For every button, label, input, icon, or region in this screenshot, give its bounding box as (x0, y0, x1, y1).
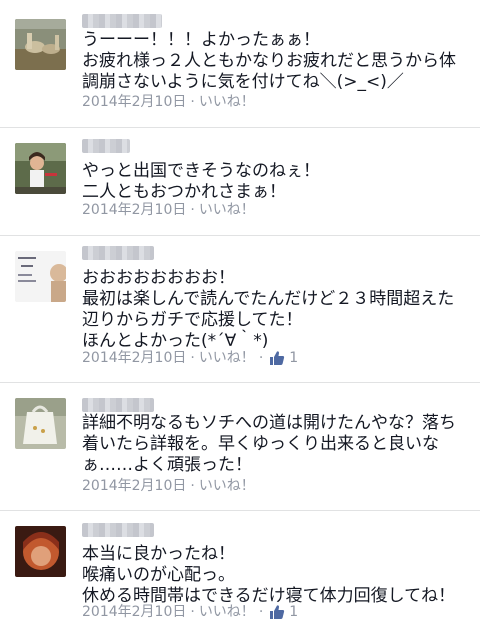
avatar[interactable] (15, 19, 66, 70)
comment-text: おおおおおおおお！ 最初は楽しんで読んでたんだけど２３時間超えた辺りからガチで応… (82, 268, 455, 351)
separator-dot: · (190, 478, 195, 494)
author-name[interactable] (82, 523, 154, 537)
avatar[interactable] (15, 398, 66, 449)
separator-dot: · (190, 604, 195, 620)
separator-dot: · (258, 350, 264, 366)
comment-item: おおおおおおおお！ 最初は楽しんで読んでたんだけど２３時間超えた辺りからガチで応… (0, 236, 480, 383)
like-link[interactable]: いいね！ (199, 201, 255, 219)
comment-item: 詳細不明なるもソチへの道は開けたんやな？落ち着いたら詳報を。早くゆっくり出来ると… (0, 383, 480, 511)
comment-date[interactable]: 2014年2月10日 (82, 603, 186, 621)
separator-dot: · (190, 350, 195, 366)
comment-item: やっと出国できそうなのねぇ！ 二人ともおつかれさまぁ！ 2014年2月10日 ·… (0, 128, 480, 236)
comment-text: 本当に良かったね！ 喉痛いのが心配っ。 休める時間帯はできるだけ寝て体力回復して… (82, 544, 456, 606)
like-count[interactable]: 1 (289, 603, 298, 621)
comment-text: やっと出国できそうなのねぇ！ 二人ともおつかれさまぁ！ (82, 161, 320, 202)
author-name[interactable] (82, 398, 154, 412)
comment-text: 詳細不明なるもソチへの道は開けたんやな？落ち着いたら詳報を。早くゆっくり出来ると… (82, 413, 456, 475)
separator-dot: · (190, 94, 195, 110)
comment-date[interactable]: 2014年2月10日 (82, 201, 186, 219)
like-link[interactable]: いいね！ (199, 477, 255, 495)
avatar[interactable] (15, 143, 66, 194)
avatar[interactable] (15, 526, 66, 577)
author-name[interactable] (82, 14, 162, 28)
comment-meta: 2014年2月10日 · いいね！ (82, 93, 255, 111)
thumbs-up-icon[interactable] (269, 350, 285, 366)
comment-text: うーーー！！！よかったぁぁ！ お疲れ様っ２人ともかなりお疲れだと思うから体調崩さ… (82, 30, 456, 92)
thumbs-up-icon[interactable] (269, 604, 285, 620)
author-name[interactable] (82, 139, 130, 153)
comment-date[interactable]: 2014年2月10日 (82, 349, 186, 367)
separator-dot: · (258, 604, 264, 620)
separator-dot: · (190, 202, 195, 218)
author-name[interactable] (82, 246, 154, 260)
comment-item: 本当に良かったね！ 喉痛いのが心配っ。 休める時間帯はできるだけ寝て体力回復して… (0, 511, 480, 635)
comment-item: うーーー！！！よかったぁぁ！ お疲れ様っ２人ともかなりお疲れだと思うから体調崩さ… (0, 0, 480, 128)
like-link[interactable]: いいね！ (199, 603, 255, 621)
comment-meta: 2014年2月10日 · いいね！ · 1 (82, 603, 298, 621)
like-link[interactable]: いいね！ (199, 93, 255, 111)
comment-meta: 2014年2月10日 · いいね！ · 1 (82, 349, 298, 367)
comment-meta: 2014年2月10日 · いいね！ (82, 201, 255, 219)
avatar[interactable] (15, 251, 66, 302)
like-count[interactable]: 1 (289, 349, 298, 367)
like-link[interactable]: いいね！ (199, 349, 255, 367)
comment-date[interactable]: 2014年2月10日 (82, 93, 186, 111)
comment-meta: 2014年2月10日 · いいね！ (82, 477, 255, 495)
comment-date[interactable]: 2014年2月10日 (82, 477, 186, 495)
